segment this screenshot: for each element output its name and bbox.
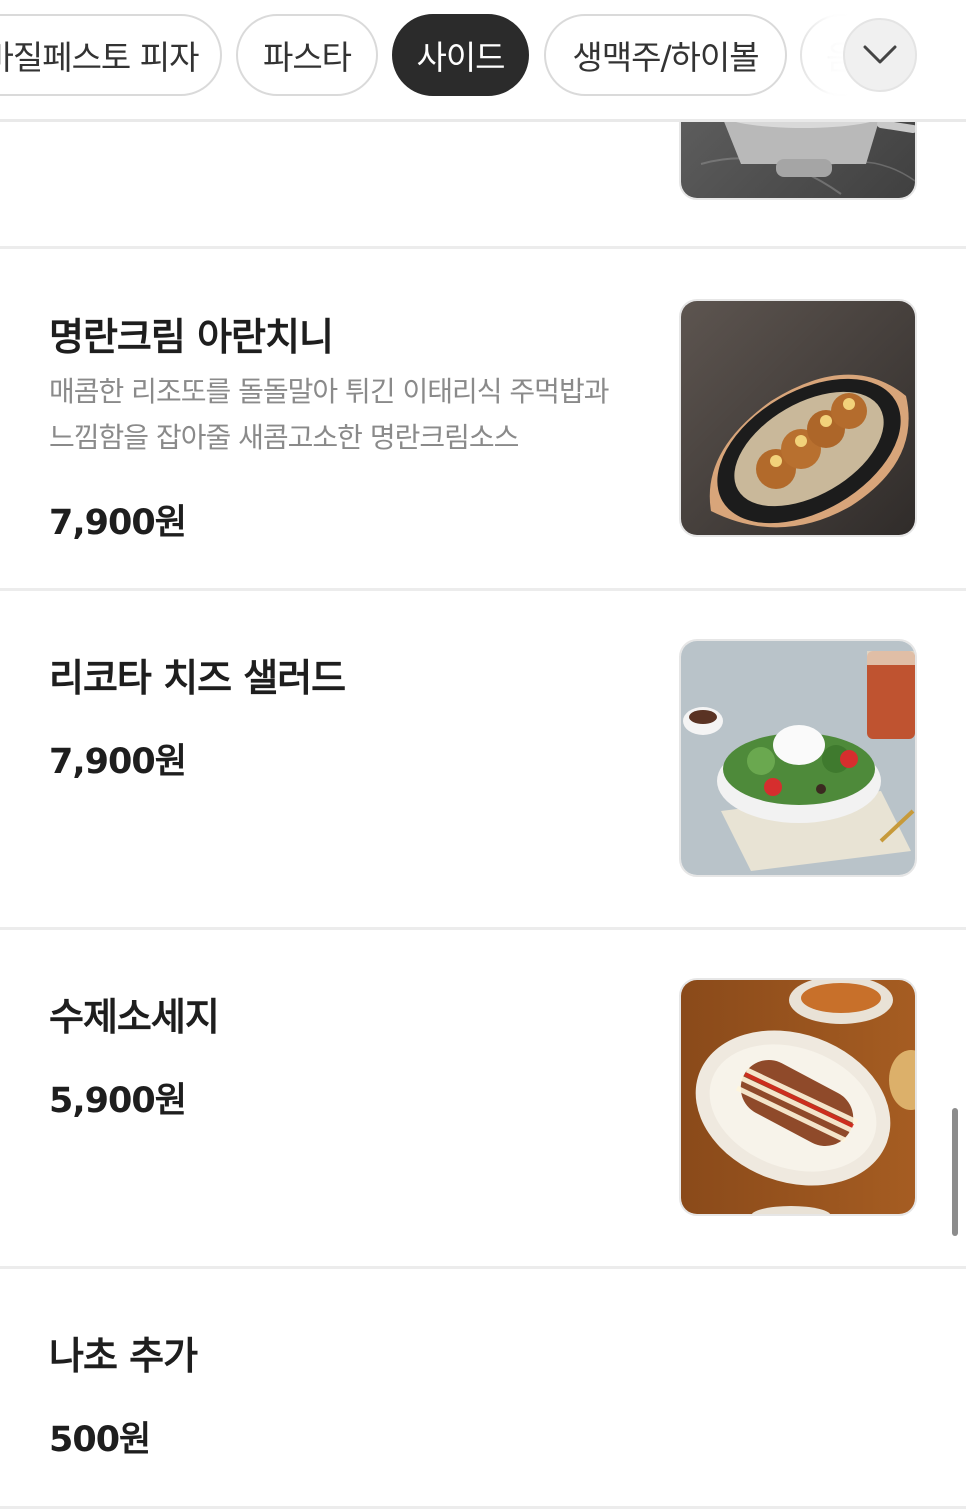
item-name: 수제소세지 (49, 995, 220, 1039)
tab-label: 파스타 (262, 38, 352, 77)
tab-draft-beer-highball[interactable]: 생맥주/하이볼 (544, 14, 787, 96)
menu-item-add-nachos[interactable]: 나초 추가 500원 (0, 1269, 966, 1509)
tab-basil-pesto-pizza[interactable]: 바질페스토 피자 (0, 14, 222, 96)
menu-item-ricotta-salad[interactable]: 리코타 치즈 샐러드 7,900원 (0, 591, 966, 930)
item-price: 7,900원 (49, 742, 187, 782)
sausage-plate-photo (679, 978, 917, 1216)
category-tab-bar: 바질페스토 피자 파스타 사이드 생맥주/하이볼 음 (0, 0, 966, 122)
tab-side[interactable]: 사이드 (392, 14, 529, 96)
tab-label: 생맥주/하이볼 (572, 38, 759, 77)
item-price: 7,900원 (49, 503, 187, 543)
menu-item-handmade-sausage[interactable]: 수제소세지 5,900원 (0, 930, 966, 1269)
item-name: 리코타 치즈 샐러드 (49, 656, 346, 700)
item-price: 500원 (49, 1420, 151, 1460)
item-price: 5,900원 (49, 1081, 187, 1121)
expand-categories-button[interactable] (843, 18, 917, 92)
ricotta-salad-photo (679, 639, 917, 877)
item-name: 명란크림 아란치니 (49, 315, 334, 359)
tab-pasta[interactable]: 파스타 (236, 14, 378, 96)
tab-label: 사이드 (416, 38, 505, 77)
tab-label: 바질페스토 피자 (0, 38, 200, 77)
item-description: 매콤한 리조또를 돌돌말아 튀긴 이태리식 주먹밥과 느낌함을 잡아줄 새콤고소… (49, 375, 609, 454)
menu-item-fries[interactable] (0, 0, 966, 249)
scrollbar-thumb[interactable] (952, 1108, 958, 1236)
item-name: 나초 추가 (49, 1334, 198, 1378)
arancini-skillet-photo (679, 299, 917, 537)
chevron-down-icon (863, 45, 897, 64)
menu-item-mentaiko-arancini[interactable]: 명란크림 아란치니 매콤한 리조또를 돌돌말아 튀긴 이태리식 주먹밥과 느낌함… (0, 249, 966, 591)
